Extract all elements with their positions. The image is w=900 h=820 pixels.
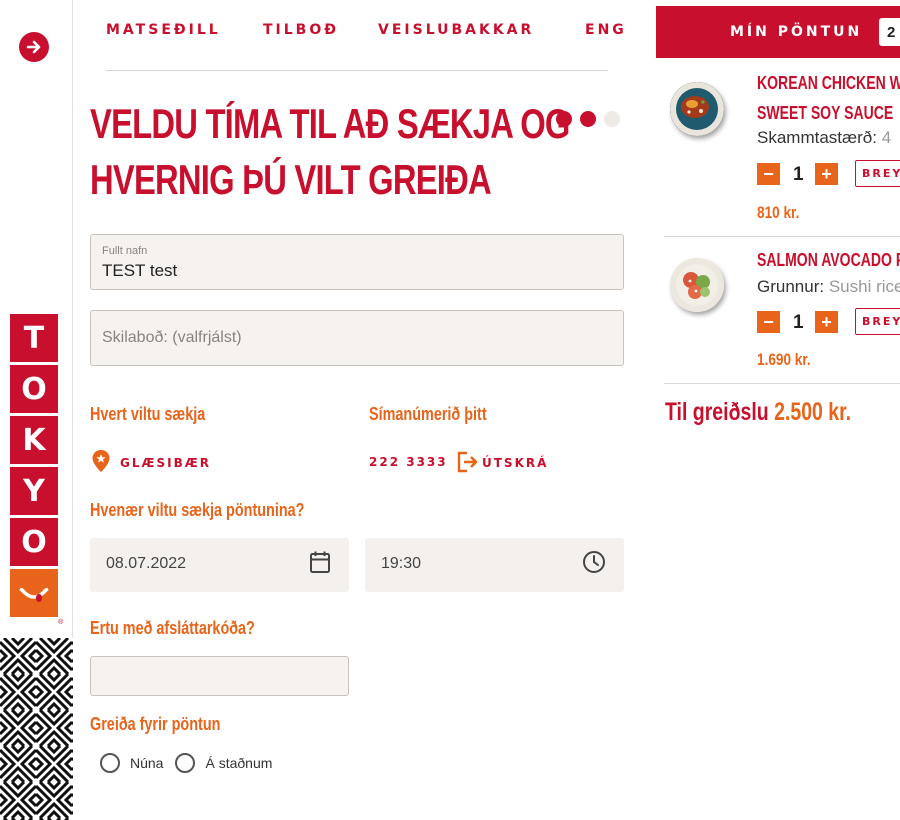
nav-divider xyxy=(106,70,608,71)
dish-image xyxy=(670,82,724,136)
left-rail: T O K Y O ® xyxy=(0,0,73,820)
message-field[interactable]: Skilaboð: (valfrjálst) xyxy=(90,310,624,366)
step-dot xyxy=(580,111,596,127)
logout-icon[interactable] xyxy=(456,450,480,479)
nav-offers[interactable]: TILBOÐ xyxy=(263,22,339,38)
increase-qty-button[interactable]: + xyxy=(815,311,838,333)
smiley-icon xyxy=(10,569,58,617)
pay-now-label: Núna xyxy=(130,755,164,771)
item-option-value: 4 xyxy=(881,128,892,147)
item-qty: 1 xyxy=(793,312,804,333)
item-option-value: Sushi rice xyxy=(828,277,900,296)
pickup-location-link[interactable]: GLÆSIBÆR xyxy=(120,456,211,470)
cart-count-badge: 2 xyxy=(879,18,900,46)
item-option-key: Skammtastærð: xyxy=(757,128,877,147)
pay-onsite-label: Á staðnum xyxy=(205,755,273,771)
item-qty: 1 xyxy=(793,164,804,185)
logo-letter: K xyxy=(10,416,58,464)
item-name-line2: SWEET SOY SAUCE xyxy=(757,103,894,123)
nav-language[interactable]: ENG xyxy=(585,22,627,38)
step-dot xyxy=(556,111,572,127)
step-dot xyxy=(604,111,620,127)
item-price: 810 kr. xyxy=(757,203,800,222)
item-option-key: Grunnur: xyxy=(757,277,825,296)
pickup-location-label: Hvert viltu sækja xyxy=(90,404,206,424)
page-title-line1: VELDU TÍMA TIL AÐ SÆKJA OG xyxy=(90,100,570,147)
increase-qty-button[interactable]: + xyxy=(815,163,838,185)
calendar-icon[interactable] xyxy=(309,550,331,579)
total-label: Til greiðslu xyxy=(665,398,769,426)
tokyo-logo[interactable]: T O K Y O xyxy=(10,314,58,620)
item-option: Grunnur: Sushi rice xyxy=(757,277,900,297)
item-name: KOREAN CHICKEN WI SWEET SOY SAUCE xyxy=(757,68,900,128)
order-total: Til greiðslu 2.500 kr. xyxy=(665,398,851,427)
phone-number: 222 3333 xyxy=(369,455,448,469)
pickup-time-label: Hvenær viltu sækja pöntunina? xyxy=(90,500,305,520)
discount-code-input[interactable] xyxy=(90,656,349,696)
item-name-line1: KOREAN CHICKEN WI xyxy=(757,73,900,93)
registered-mark: ® xyxy=(58,619,64,626)
pay-onsite-radio[interactable] xyxy=(175,753,196,773)
nav-menu[interactable]: MATSEÐILL xyxy=(106,22,221,38)
payment-label: Greiða fyrir pöntun xyxy=(90,714,221,734)
logo-letter: O xyxy=(10,365,58,413)
message-placeholder: Skilaboð: (valfrjálst) xyxy=(102,329,242,346)
dish-image xyxy=(670,258,724,312)
cart-item: SALMON AVOCADO PO Grunnur: Sushi rice − … xyxy=(664,237,900,383)
pay-now-radio[interactable] xyxy=(100,753,120,773)
logout-link[interactable]: ÚTSKRÁ xyxy=(482,456,548,470)
item-option: Skammtastærð: 4 xyxy=(757,128,891,148)
page-title-line2: HVERNIG ÞÚ VILT GREIÐA xyxy=(90,156,492,203)
page-title: VELDU TÍMA TIL AÐ SÆKJA OG HVERNIG ÞÚ VI… xyxy=(90,96,570,208)
cart-item: KOREAN CHICKEN WI SWEET SOY SAUCE Skammt… xyxy=(664,60,900,236)
step-indicator xyxy=(556,111,620,127)
my-order-label: MÍN PÖNTUN xyxy=(730,24,863,40)
full-name-field[interactable]: Fullt nafn TEST test xyxy=(90,234,624,290)
full-name-label: Fullt nafn xyxy=(102,245,148,257)
payment-options: Núna Á staðnum xyxy=(100,753,284,773)
nav-platters[interactable]: VEISLUBAKKAR xyxy=(378,22,534,38)
logo-letter: T xyxy=(10,314,58,362)
arrow-right-icon[interactable] xyxy=(19,32,49,62)
edit-item-button[interactable]: BREYTA xyxy=(855,160,900,187)
date-input[interactable]: 08.07.2022 xyxy=(90,538,349,592)
discount-label: Ertu með afsláttarkóða? xyxy=(90,618,255,638)
phone-label: Símanúmerið þitt xyxy=(369,404,487,424)
logo-letter: O xyxy=(10,518,58,566)
time-input[interactable]: 19:30 xyxy=(365,538,624,592)
time-value: 19:30 xyxy=(381,555,422,572)
maze-pattern xyxy=(0,638,73,820)
item-price: 1.690 kr. xyxy=(757,350,811,369)
clock-icon[interactable] xyxy=(582,550,606,579)
date-value: 08.07.2022 xyxy=(106,555,187,572)
cart-divider xyxy=(664,383,900,384)
decrease-qty-button[interactable]: − xyxy=(757,163,780,185)
full-name-value: TEST test xyxy=(102,261,178,280)
main-nav: MATSEÐILL TILBOÐ VEISLUBAKKAR ENG xyxy=(106,22,646,42)
logo-letter: Y xyxy=(10,467,58,515)
my-order-button[interactable]: MÍN PÖNTUN 2 xyxy=(656,6,900,58)
location-pin-icon xyxy=(91,449,111,478)
edit-item-button[interactable]: BREYTA xyxy=(855,308,900,335)
item-name: SALMON AVOCADO PO xyxy=(757,250,900,270)
decrease-qty-button[interactable]: − xyxy=(757,311,780,333)
total-amount: 2.500 kr. xyxy=(774,398,852,426)
